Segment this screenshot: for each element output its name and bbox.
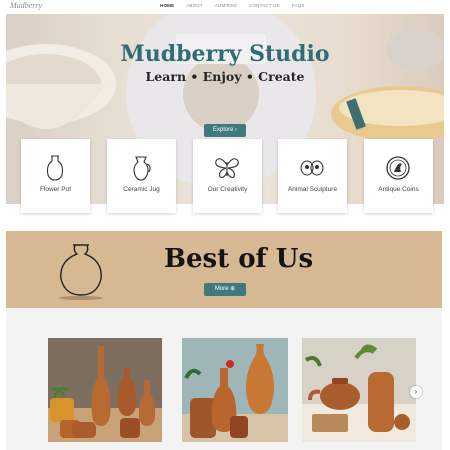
category-card-our-creativity[interactable]: Our Creativity xyxy=(193,139,262,213)
category-label: Animal Sculpture xyxy=(287,186,338,193)
category-card-antique-coins[interactable]: Antique Coins xyxy=(364,139,433,213)
gallery-photo-teapot[interactable] xyxy=(302,338,416,442)
category-label: Flower Pot xyxy=(39,186,72,193)
vase-illustration-icon xyxy=(59,244,103,300)
category-card-ceramic-jug[interactable]: Ceramic Jug xyxy=(107,139,176,213)
more-button[interactable]: More ⊕ xyxy=(204,283,246,296)
category-label: Ceramic Jug xyxy=(123,186,160,193)
site-logo[interactable]: Mudberry xyxy=(10,1,42,10)
explore-button[interactable]: Explore › xyxy=(204,124,246,137)
best-of-us-heading: Best of Us xyxy=(164,244,314,274)
nav-home[interactable]: HOME xyxy=(160,3,174,8)
pottery-photo-1 xyxy=(48,338,162,442)
category-cards: Flower Pot Ceramic Jug Our Creativity An… xyxy=(21,139,433,213)
nav-about[interactable]: ABOUT xyxy=(186,3,203,8)
top-navbar: Mudberry HOME ABOUT ADMIRED CONTACT US F… xyxy=(0,0,450,14)
coin-icon xyxy=(386,156,410,180)
gallery-photo-vases[interactable] xyxy=(48,338,162,442)
best-of-us-banner: Best of Us More ⊕ xyxy=(6,231,442,308)
category-label: Our Creativity xyxy=(207,186,248,193)
nav-admired[interactable]: ADMIRED xyxy=(215,3,237,8)
pottery-photo-3 xyxy=(302,338,416,442)
nav-faqs[interactable]: FAQS xyxy=(292,3,305,8)
animal-sculpture-icon xyxy=(300,160,324,176)
carousel-next-button[interactable]: › xyxy=(410,386,422,398)
nav-links: HOME ABOUT ADMIRED CONTACT US FAQS xyxy=(160,3,305,8)
flower-pot-icon xyxy=(46,155,64,181)
nav-contact[interactable]: CONTACT US xyxy=(249,3,280,8)
category-label: Antique Coins xyxy=(378,186,419,193)
category-card-animal-sculpture[interactable]: Animal Sculpture xyxy=(278,139,347,213)
ceramic-jug-icon xyxy=(133,156,151,181)
gallery-photo-jugs[interactable] xyxy=(182,338,288,442)
hero-subtitle: Learn • Enjoy • Create xyxy=(145,69,305,84)
hero-title: Mudberry Studio xyxy=(120,41,330,67)
pottery-photo-2 xyxy=(182,338,288,442)
category-card-flower-pot[interactable]: Flower Pot xyxy=(21,139,90,213)
butterfly-icon xyxy=(215,158,239,178)
